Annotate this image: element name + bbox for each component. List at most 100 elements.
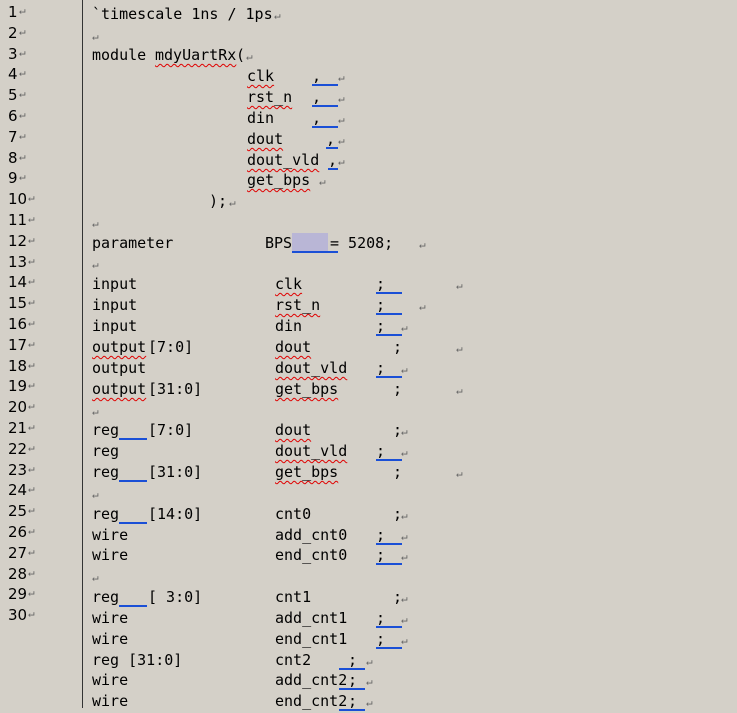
paragraph-mark: ↵	[366, 655, 373, 668]
paragraph-mark: ↵	[19, 87, 26, 101]
paragraph-mark: ↵	[338, 155, 345, 168]
paragraph-mark: ↵	[28, 544, 35, 558]
paragraph-mark: ↵	[401, 530, 408, 543]
code-token: end_cnt2	[275, 692, 348, 710]
code-token: ;	[393, 463, 403, 481]
paragraph-mark: ↵	[92, 217, 99, 230]
grammar-underline	[339, 695, 365, 711]
grammar-underline	[119, 508, 147, 524]
paragraph-mark: ↵	[338, 113, 345, 126]
paragraph-mark: ↵	[19, 45, 26, 59]
paragraph-mark: ↵	[28, 482, 35, 496]
code-editor[interactable]: 1 ↵ 2 ↵ 3 ↵ 4 ↵ 5 ↵ 6 ↵ 7 ↵ 8 ↵ 9 ↵ 10 ↵ 11 ↵ 12 ↵ 13 ↵ 14 ↵ 15 ↵ 16 ↵ 1…	[0, 0, 737, 711]
paragraph-mark: ↵	[366, 675, 373, 688]
paragraph-mark: ↵	[401, 634, 408, 647]
paragraph-mark: ↵	[92, 571, 99, 584]
grammar-underline	[119, 466, 147, 482]
code-token: `timescale 1ns / 1ps	[92, 5, 273, 23]
code-token: mdyUartRx	[155, 46, 237, 64]
paragraph-mark: ↵	[28, 378, 35, 392]
paragraph-mark: ↵	[19, 108, 26, 121]
paragraph-mark: ↵	[28, 524, 35, 537]
paragraph-mark: ↵	[19, 24, 26, 38]
paragraph-mark: ↵	[456, 467, 463, 480]
paragraph-mark: ↵	[19, 128, 26, 142]
paragraph-mark: ↵	[28, 607, 35, 621]
paragraph-mark: ↵	[19, 149, 26, 163]
code-token: wire	[92, 630, 129, 648]
paragraph-mark: ↵	[19, 170, 26, 184]
grammar-underline	[376, 362, 402, 378]
grammar-underline	[376, 299, 402, 315]
code-token: rst_n	[247, 88, 293, 106]
paragraph-mark: ↵	[274, 9, 281, 22]
grammar-underline	[339, 654, 365, 670]
grammar-underline	[376, 445, 402, 461]
paragraph-mark: ↵	[28, 357, 35, 371]
paragraph-mark: ↵	[28, 565, 35, 579]
code-token: cnt1	[275, 588, 312, 606]
code-token: get_bps	[275, 380, 339, 398]
code-token: reg [31:0]	[92, 651, 183, 669]
grammar-underline	[376, 633, 402, 649]
gutter-divider	[82, 0, 83, 708]
code-token: add_cnt2	[275, 671, 348, 689]
code-token: wire	[92, 609, 129, 627]
code-token: wire	[92, 671, 129, 689]
code-token: get_bps	[275, 463, 339, 481]
paragraph-mark: ↵	[28, 191, 35, 205]
grammar-underline	[312, 112, 338, 128]
paragraph-mark: ↵	[401, 592, 408, 605]
code-token: [31:0]	[148, 463, 203, 481]
code-token: dout	[275, 421, 312, 439]
code-token: [31:0]	[148, 380, 203, 398]
paragraph-mark: ↵	[401, 613, 408, 626]
code-token: get_bps	[247, 171, 311, 189]
paragraph-mark: ↵	[319, 175, 326, 188]
paragraph-mark: ↵	[28, 336, 35, 350]
paragraph-mark: ↵	[456, 279, 463, 292]
paragraph-mark: ↵	[19, 66, 26, 80]
code-token: dout_vld	[247, 151, 320, 169]
code-token: add_cnt0	[275, 526, 348, 544]
paragraph-mark: ↵	[366, 696, 373, 709]
code-token: clk	[275, 275, 303, 293]
paragraph-mark: ↵	[338, 71, 345, 84]
paragraph-mark: ↵	[419, 300, 426, 313]
paragraph-mark: ↵	[338, 92, 345, 105]
code-token: dout_vld	[275, 442, 348, 460]
code-token: rst_n	[275, 296, 321, 314]
code-token: add_cnt1	[275, 609, 348, 627]
grammar-underline	[119, 424, 147, 440]
code-token: reg	[92, 505, 120, 523]
paragraph-mark: ↵	[28, 440, 35, 454]
grammar-underline	[119, 591, 147, 607]
paragraph-mark: ↵	[92, 258, 99, 271]
code-token: wire	[92, 526, 129, 544]
code-token: dout	[275, 338, 312, 356]
code-token: dout_vld	[275, 359, 348, 377]
code-token: input	[92, 317, 138, 335]
code-token: din	[247, 109, 275, 127]
paragraph-mark: ↵	[401, 446, 408, 459]
code-token: cnt2	[275, 651, 312, 669]
code-token: wire	[92, 692, 129, 710]
grammar-underline	[339, 674, 365, 690]
code-token: input	[92, 275, 138, 293]
code-token: parameter	[92, 234, 174, 252]
code-token: [7:0]	[148, 338, 194, 356]
code-token: end_cnt0	[275, 546, 348, 564]
paragraph-mark: ↵	[401, 321, 408, 334]
paragraph-mark: ↵	[401, 509, 408, 522]
paragraph-mark: ↵	[456, 384, 463, 397]
paragraph-mark: ↵	[401, 425, 408, 438]
code-token: reg	[92, 463, 120, 481]
paragraph-mark: ↵	[28, 503, 35, 517]
grammar-underline	[376, 549, 402, 565]
code-token: end_cnt1	[275, 630, 348, 648]
code-token: [14:0]	[148, 505, 203, 523]
code-token: output	[92, 359, 147, 377]
code-token: wire	[92, 546, 129, 564]
paragraph-mark: ↵	[19, 4, 26, 17]
paragraph-mark: ↵	[92, 488, 99, 501]
